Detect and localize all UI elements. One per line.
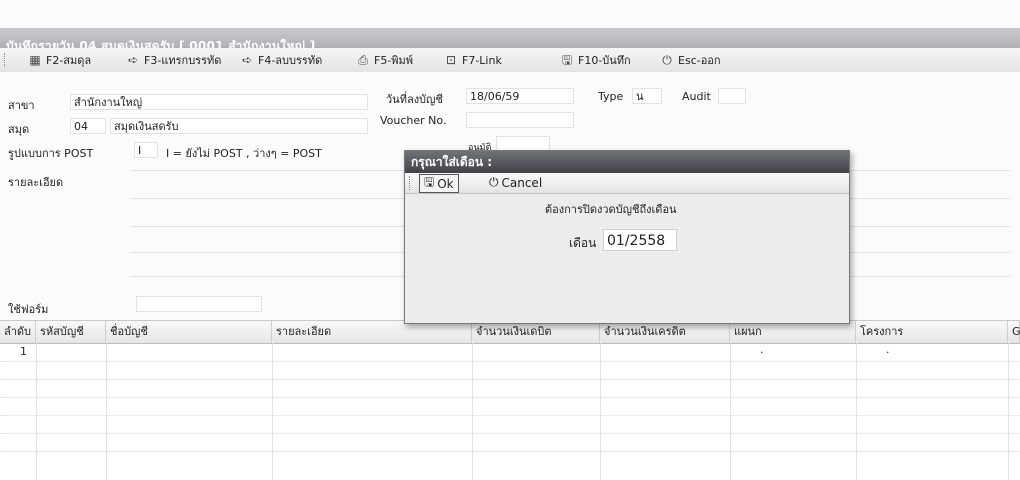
grid-row-divider: [0, 451, 1020, 452]
branch-field[interactable]: สำนักงานใหญ่: [70, 94, 368, 110]
link-button-label: F7-Link: [462, 53, 502, 67]
branch-value: สำนักงานใหญ่: [74, 96, 143, 109]
grid-col-divider: [472, 343, 473, 480]
delete-row-button-label: F4-ลบบรรทัด: [258, 54, 323, 67]
grid-row-divider: [0, 379, 1020, 380]
branch-label: สาขา: [8, 99, 35, 112]
book-code-field[interactable]: 04: [70, 118, 106, 134]
col-header-detail[interactable]: รายละเอียด: [272, 321, 472, 343]
grid-row-divider: [0, 397, 1020, 398]
col-header-department[interactable]: แผนก: [730, 321, 856, 343]
use-form-label: ใช้ฟอร์ม: [8, 303, 49, 316]
post-format-label: รูปแบบการ POST: [8, 147, 94, 160]
grid-icon: ▦: [29, 53, 41, 67]
month-dialog: กรุณาใส่เดือน : 🖫 Ok ⏻ Cancel ต้องการปิด…: [404, 150, 850, 324]
post-format-field[interactable]: I: [134, 142, 158, 158]
col-header-credit[interactable]: จำนวนเงินเครดิต: [600, 321, 730, 343]
grid-row-divider: [0, 361, 1020, 362]
dialog-toolbar: 🖫 Ok ⏻ Cancel: [405, 173, 849, 194]
dialog-message: ต้องการปิดงวดบัญชีถึงเดือน: [545, 203, 677, 216]
col-header-account-name[interactable]: ชื่อบัญชี: [106, 321, 272, 343]
power-icon: ⏻: [662, 53, 672, 67]
cancel-button-label: Cancel: [501, 175, 543, 190]
grid-col-divider: [856, 343, 857, 480]
month-input-value: 01/2558: [607, 233, 666, 249]
balance-button[interactable]: ▦ F2-สมดุล: [28, 51, 91, 69]
use-form-field[interactable]: [136, 296, 262, 312]
col-header-g[interactable]: G: [1008, 321, 1020, 343]
voucher-no-label: Voucher No.: [380, 114, 447, 127]
exit-button-label: Esc-ออก: [678, 54, 721, 67]
cancel-button[interactable]: ⏻ Cancel: [489, 174, 542, 191]
col-header-debit[interactable]: จำนวนเงินเดบิต: [472, 321, 600, 343]
power-icon: ⏻: [489, 175, 499, 189]
book-name-field: สมุดเงินสดรับ: [110, 118, 368, 134]
audit-label: Audit: [682, 90, 711, 103]
row-department[interactable]: .: [760, 343, 764, 356]
row-number: 1: [20, 345, 27, 358]
audit-field[interactable]: [718, 88, 746, 104]
insert-row-icon: ➪: [127, 53, 139, 67]
dialog-body: ต้องการปิดงวดบัญชีถึงเดือน เดือน 01/2558: [405, 194, 849, 323]
detail-label: รายละเอียด: [8, 176, 64, 189]
grid-col-divider: [730, 343, 731, 480]
month-input[interactable]: 01/2558: [603, 229, 677, 251]
balance-button-label: F2-สมดุล: [46, 54, 92, 67]
month-label: เดือน: [569, 236, 597, 250]
book-name-value: สมุดเงินสดรับ: [114, 120, 179, 133]
save-icon: 🖫: [424, 175, 435, 189]
book-code-value: 04: [74, 120, 88, 133]
grid-col-divider: [272, 343, 273, 480]
main-toolbar: ▦ F2-สมดุล ➪ F3-แทรกบรรทัด ➪ F4-ลบบรรทัด…: [0, 48, 1020, 73]
link-button[interactable]: ⊡ F7-Link: [444, 51, 502, 69]
ok-button[interactable]: 🖫 Ok: [419, 174, 459, 193]
insert-row-button[interactable]: ➪ F3-แทรกบรรทัด: [126, 51, 221, 69]
voucher-no-field[interactable]: [466, 112, 574, 128]
col-header-project[interactable]: โครงการ: [856, 321, 1008, 343]
link-icon: ⊡: [445, 53, 457, 67]
delete-row-button[interactable]: ➪ F4-ลบบรรทัด: [240, 51, 322, 69]
exit-button[interactable]: ⏻ Esc-ออก: [660, 51, 721, 69]
row-project[interactable]: .: [886, 343, 890, 356]
grid-col-divider: [600, 343, 601, 480]
save-button[interactable]: 🖫 F10-บันทึก: [560, 51, 631, 69]
journal-lines-grid: ลำดับ รหัสบัญชี ชื่อบัญชี รายละเอียด จำน…: [0, 320, 1020, 480]
grid-col-divider: [1008, 343, 1009, 480]
print-button-label: F5-พิมพ์: [374, 54, 414, 67]
dialog-title: กรุณาใส่เดือน :: [405, 151, 849, 173]
grid-header: ลำดับ รหัสบัญชี ชื่อบัญชี รายละเอียด จำน…: [0, 321, 1020, 344]
save-icon: 🖫: [561, 53, 573, 67]
table-row[interactable]: 1 . .: [0, 343, 1020, 361]
type-value: น: [636, 90, 644, 103]
dialog-toolbar-grip[interactable]: [409, 176, 412, 190]
print-button[interactable]: ⎙ F5-พิมพ์: [356, 51, 413, 69]
grid-row-divider: [0, 415, 1020, 416]
type-label: Type: [598, 90, 624, 103]
grid-col-divider: [106, 343, 107, 480]
toolbar-grip[interactable]: [4, 53, 7, 67]
grid-row-divider: [0, 433, 1020, 434]
grid-col-divider: [36, 343, 37, 480]
post-format-hint: I = ยังไม่ POST , ว่างๆ = POST: [166, 147, 322, 160]
type-field[interactable]: น: [632, 88, 662, 104]
book-label: สมุด: [8, 123, 30, 136]
delete-row-icon: ➪: [241, 53, 253, 67]
col-header-account-code[interactable]: รหัสบัญชี: [36, 321, 106, 343]
col-header-no[interactable]: ลำดับ: [0, 321, 36, 343]
post-format-value: I: [138, 144, 142, 157]
posting-date-label: วันที่ลงบัญชี: [386, 93, 443, 106]
posting-date-field[interactable]: 18/06/59: [466, 88, 574, 104]
printer-icon: ⎙: [358, 53, 368, 67]
insert-row-button-label: F3-แทรกบรรทัด: [144, 54, 222, 67]
ok-button-label: Ok: [437, 176, 454, 191]
posting-date-value: 18/06/59: [470, 90, 520, 103]
save-button-label: F10-บันทึก: [578, 54, 631, 67]
